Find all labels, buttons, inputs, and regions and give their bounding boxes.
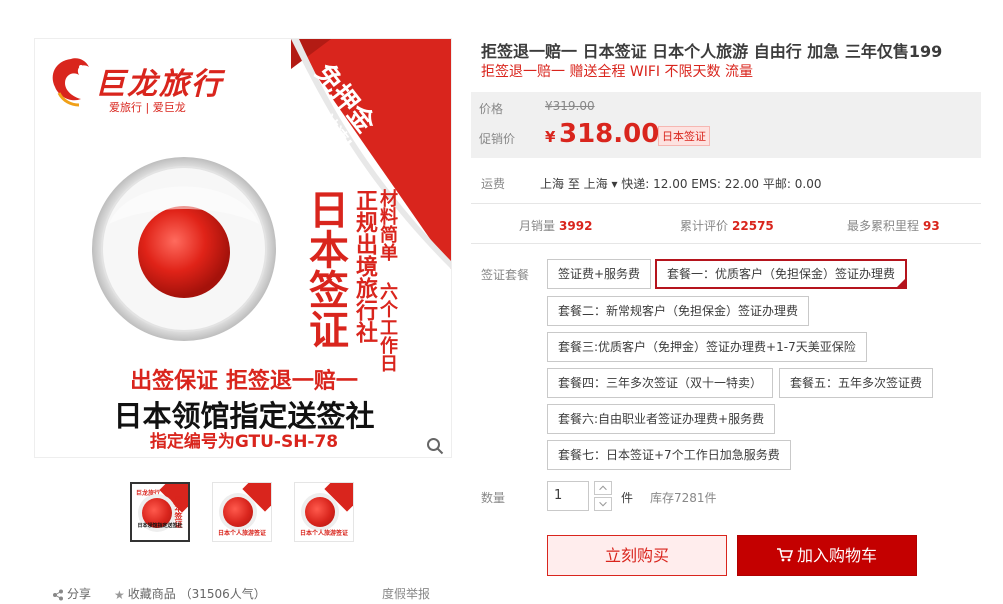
review-count[interactable]: 累计评价 22575	[680, 217, 774, 234]
quantity-increase-icon[interactable]	[594, 481, 612, 495]
favorite-link[interactable]: ★ 收藏商品 （31506人气）	[114, 585, 266, 602]
shipping-details[interactable]: 上海 至 上海 ▾ 快递: 12.00 EMS: 22.00 平邮: 0.00	[540, 175, 821, 192]
original-price: ¥319.00	[545, 99, 595, 113]
monthly-sales-value: 3992	[559, 219, 593, 233]
quantity-label: 数量	[481, 491, 506, 505]
promo-price-label: 促销价	[479, 132, 516, 146]
add-to-cart-label: 加入购物车	[796, 546, 877, 565]
currency-symbol: ¥	[545, 128, 556, 146]
vertical-title-japan-visa: 日本签证	[302, 189, 348, 349]
package-option-1-selected[interactable]: 套餐一：优质客户（免担保金）签证办理费	[655, 259, 908, 289]
monthly-sales-label: 月销量	[519, 219, 556, 233]
shipping-label: 运费	[481, 177, 506, 191]
package-option-6[interactable]: 套餐六:自由职业者签证办理费+服务费	[547, 404, 776, 434]
review-count-label: 累计评价	[680, 219, 729, 233]
sales-stats: 月销量 3992 累计评价 22575 最多累积里程 93	[471, 217, 981, 233]
dragon-logo-icon	[52, 58, 89, 107]
promo-price: 318.00	[559, 119, 660, 149]
promo-tag: 日本签证	[658, 126, 710, 146]
main-product-image[interactable]: 巨龙旅行 爱旅行 | 爱巨龙 免押金 专业!神速! 日本签证 正规出境旅行社 材…	[34, 38, 452, 458]
thumbnail-caption-top: 日本领馆指定送签社	[137, 523, 183, 529]
quantity-unit: 件	[621, 491, 634, 505]
shipping-row: 运费 上海 至 上海 ▾ 快递: 12.00 EMS: 22.00 平邮: 0.…	[481, 175, 981, 191]
quantity-input[interactable]: 1	[547, 481, 589, 511]
add-to-cart-button[interactable]: 加入购物车	[737, 535, 917, 576]
vertical-subtitle-agency: 正规出境旅行社	[352, 189, 377, 343]
vertical-subtitle-materials: 材料简单 六个工作日	[377, 189, 398, 372]
logo-tagline: 爱旅行 | 爱巨龙	[109, 101, 186, 114]
japan-flag-orb	[92, 157, 276, 341]
thumbnail-3[interactable]: 日本个人旅游签证	[294, 482, 354, 542]
quantity-decrease-icon[interactable]	[594, 497, 612, 511]
monthly-sales: 月销量 3992	[519, 217, 592, 234]
package-option-0[interactable]: 签证费+服务费	[547, 259, 652, 289]
product-title: 拒签退一赔一 日本签证 日本个人旅游 自由行 加急 三年仅售199	[481, 42, 943, 61]
stock-count: 库存7281件	[650, 491, 717, 505]
review-count-value: 22575	[732, 219, 774, 233]
share-label: 分享	[67, 587, 92, 601]
thumbnail-caption: 日本个人旅游签证	[299, 530, 348, 537]
thumbnail-1[interactable]: 巨龙旅行 日本签证 日本领馆指定送签社	[130, 482, 190, 542]
package-option-3[interactable]: 套餐三:优质客户（免押金）签证办理费+1-7天美亚保险	[547, 332, 867, 362]
mileage-label: 最多累积里程	[847, 219, 920, 233]
banner-guarantee: 出签保证 拒签退一赔一	[130, 369, 358, 394]
divider	[471, 203, 981, 204]
package-option-2[interactable]: 套餐二：新常规客户（免担保金）签证办理费	[547, 296, 810, 326]
share-bar: 分享 ★ 收藏商品 （31506人气） 度假举报	[52, 585, 432, 603]
price-label: 价格	[479, 102, 504, 116]
cart-icon	[776, 548, 793, 562]
favorite-label: 收藏商品 （31506人气）	[127, 587, 266, 601]
product-subtitle: 拒签退一赔一 赠送全程 WIFI 不限天数 流量	[481, 64, 753, 80]
price-panel: 价格 ¥319.00 促销价 ¥ 318.00 日本签证	[471, 92, 981, 158]
share-icon	[53, 589, 63, 600]
package-label: 签证套餐	[481, 268, 530, 282]
mileage: 最多累积里程 93	[847, 217, 940, 234]
star-icon: ★	[114, 587, 125, 602]
mileage-value: 93	[923, 219, 940, 233]
logo-name: 巨龙旅行	[95, 67, 223, 102]
thumbnail-orb	[223, 497, 253, 527]
banner-license-number: 指定编号为GTU-SH-78	[149, 432, 339, 452]
buy-now-button[interactable]: 立刻购买	[547, 535, 727, 576]
zoom-magnifier-icon[interactable]	[426, 437, 444, 455]
thumbnail-logo: 巨龙旅行	[136, 490, 161, 497]
thumbnail-2[interactable]: 日本个人旅游签证	[212, 482, 272, 542]
thumbnail-orb	[305, 497, 335, 527]
share-link[interactable]: 分享	[52, 585, 91, 602]
thumbnail-caption: 日本个人旅游签证	[217, 530, 266, 537]
package-option-5[interactable]: 套餐五：五年多次签证费	[779, 368, 934, 398]
divider	[471, 243, 981, 244]
package-option-4[interactable]: 套餐四：三年多次签证（双十一特卖）	[547, 368, 774, 398]
report-link[interactable]: 度假举报	[382, 585, 430, 602]
package-option-7[interactable]: 套餐七：日本签证+7个工作日加急服务费	[547, 440, 791, 470]
